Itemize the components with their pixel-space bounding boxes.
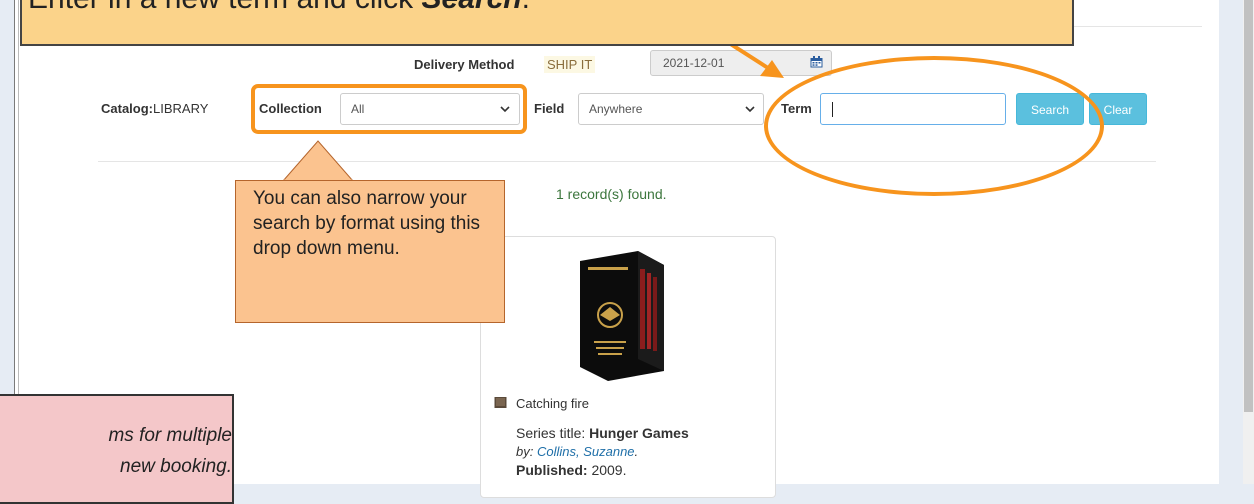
collection-tip-text: You can also narrow your search by forma…: [253, 188, 481, 259]
instruction-banner-text: Enter in a new term and click Search.: [28, 0, 530, 16]
pink-note-text: ms for multiple new booking.: [108, 425, 232, 477]
